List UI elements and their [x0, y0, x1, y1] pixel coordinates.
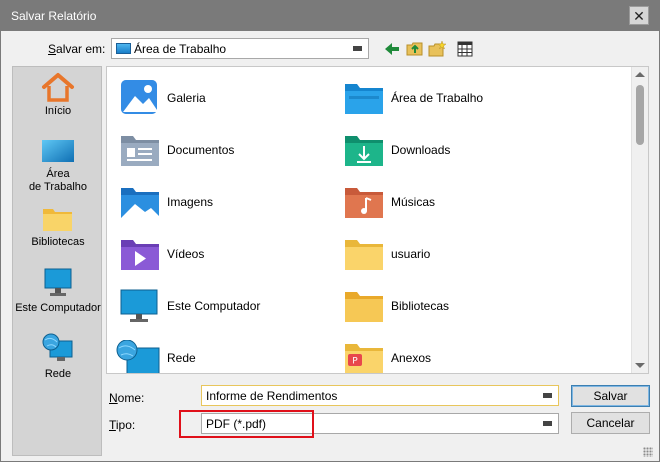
- list-item[interactable]: Rede: [107, 334, 327, 373]
- list-item[interactable]: Bibliotecas: [331, 282, 551, 330]
- list-item[interactable]: Músicas: [331, 178, 551, 226]
- documents-folder-icon: [121, 136, 159, 166]
- network-icon: [116, 340, 160, 373]
- music-folder-icon: [345, 188, 383, 218]
- desktop-icon: [116, 43, 131, 54]
- list-item[interactable]: Documentos: [107, 126, 327, 174]
- filename-field[interactable]: Informe de Rendimentos: [201, 385, 559, 406]
- filetype-label: Tipo:: [109, 418, 136, 432]
- list-item[interactable]: Imagens: [107, 178, 327, 226]
- close-button[interactable]: ✕: [629, 6, 649, 25]
- user-folder-icon: [345, 240, 383, 270]
- file-list[interactable]: Galeria Área de Trabalho Documentos Down…: [106, 66, 649, 374]
- scroll-down-icon[interactable]: [635, 363, 645, 368]
- list-item[interactable]: Área de Trabalho: [331, 74, 551, 122]
- list-item[interactable]: usuario: [331, 230, 551, 278]
- home-icon: [42, 73, 74, 102]
- attachments-folder-icon: P: [345, 344, 383, 373]
- filename-label: Nome:: [109, 391, 145, 405]
- new-folder-icon[interactable]: [428, 40, 446, 58]
- save-dialog: Salvar Relatório ✕ Salvar em: Área de Tr…: [0, 0, 660, 462]
- up-folder-icon[interactable]: [406, 40, 424, 58]
- dropdown-handle-icon: [543, 393, 552, 398]
- dropdown-handle-icon: [353, 46, 362, 51]
- videos-folder-icon: [121, 240, 159, 270]
- save-button[interactable]: Salvar: [571, 385, 650, 407]
- list-item[interactable]: Downloads: [331, 126, 551, 174]
- location-dropdown[interactable]: Área de Trabalho: [111, 38, 369, 59]
- window-title: Salvar Relatório: [11, 9, 97, 23]
- place-this-computer[interactable]: Este Computador: [13, 267, 103, 315]
- filetype-select[interactable]: PDF (*.pdf): [201, 413, 559, 434]
- libraries-folder-icon: [345, 292, 383, 322]
- place-network[interactable]: Rede: [13, 333, 103, 381]
- place-home[interactable]: Início: [13, 72, 103, 118]
- location-value: Área de Trabalho: [134, 42, 227, 56]
- scroll-thumb[interactable]: [636, 85, 644, 145]
- pictures-folder-icon: [121, 188, 159, 218]
- places-bar: Início Área de Trabalho Bibliotecas Este…: [12, 66, 102, 456]
- filetype-value: PDF (*.pdf): [206, 417, 267, 431]
- list-item[interactable]: Galeria: [107, 74, 327, 122]
- desktop-icon: [42, 140, 74, 162]
- resize-grip-icon[interactable]: [643, 447, 653, 457]
- close-icon: ✕: [633, 7, 645, 24]
- desktop-folder-icon: [345, 84, 383, 114]
- save-in-label: Salvar em:: [48, 42, 106, 56]
- list-item[interactable]: Este Computador: [107, 282, 327, 330]
- libraries-icon: [43, 209, 72, 231]
- list-item[interactable]: Vídeos: [107, 230, 327, 278]
- scroll-up-icon[interactable]: [635, 72, 645, 77]
- place-desktop[interactable]: Área de Trabalho: [13, 139, 103, 194]
- svg-text:P: P: [352, 357, 358, 367]
- gallery-icon: [121, 80, 157, 114]
- downloads-folder-icon: [345, 136, 383, 166]
- filename-value: Informe de Rendimentos: [206, 389, 338, 403]
- place-libraries[interactable]: Bibliotecas: [13, 205, 103, 249]
- dropdown-handle-icon: [543, 421, 552, 426]
- title-bar[interactable]: Salvar Relatório ✕: [1, 1, 659, 31]
- computer-icon: [44, 268, 72, 296]
- vertical-scrollbar[interactable]: [631, 67, 648, 373]
- list-item[interactable]: P Anexos: [331, 334, 551, 373]
- view-menu-icon[interactable]: [456, 40, 474, 58]
- network-icon: [42, 333, 73, 361]
- cancel-button[interactable]: Cancelar: [571, 412, 650, 434]
- computer-icon: [120, 289, 158, 322]
- back-arrow-icon[interactable]: [383, 40, 401, 58]
